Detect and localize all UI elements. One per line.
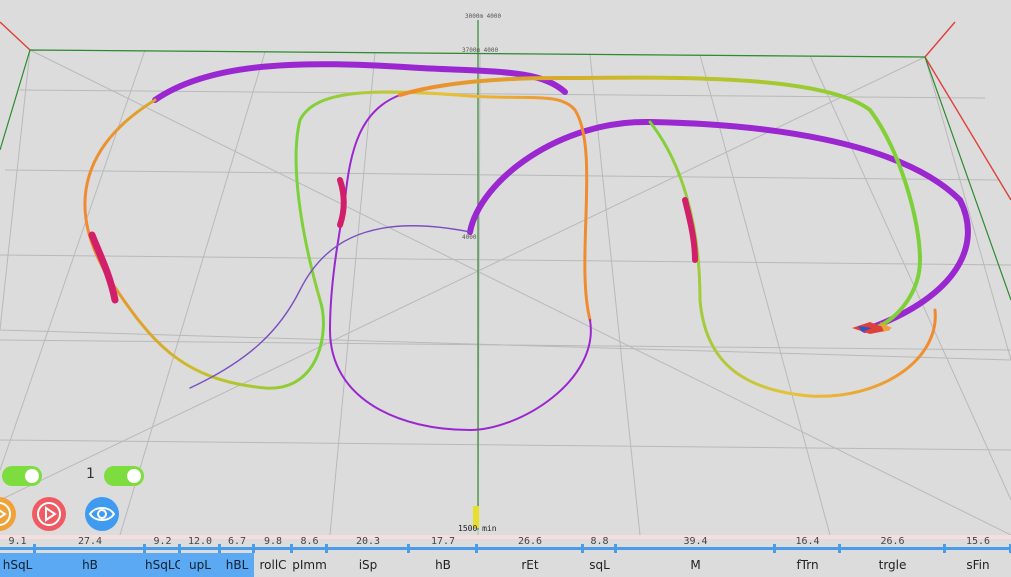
toggle-knob [127,469,141,483]
timeline-segment[interactable]: 8.6 pImm [292,535,328,577]
play-icon [0,502,11,526]
segment-name: hB [435,558,451,572]
segment-name: rollC [259,558,287,572]
play-icon [37,502,61,526]
scene-label-origin: 1500 min [458,524,497,533]
orange-play-button[interactable] [0,497,16,531]
segment-duration: 16.4 [795,536,820,547]
segment-duration: 15.6 [965,536,991,547]
scene-label-center: 4000 [462,234,477,241]
segment-name: hSqL [0,553,35,577]
timeline-segment[interactable]: 20.3 iSp [327,535,410,577]
toggle-switch-left[interactable] [2,466,42,486]
timeline-segment[interactable]: 27.4 hB [35,535,146,577]
segment-duration: 12.0 [187,536,213,547]
segment-name: iSp [358,558,378,572]
floor-grid [0,49,1011,535]
segment-duration: 8.6 [300,536,319,547]
toggle-knob [25,469,39,483]
timeline-segment[interactable]: 16.4 fTrn [775,535,841,577]
timeline-segment[interactable]: 9.1 hSqL [0,535,36,577]
play-button[interactable] [32,497,66,531]
flight-path [83,61,971,432]
segment-name: hB [35,553,145,577]
segment-duration: 9.8 [263,536,283,547]
scene-label-far: 3700m 4000 [462,47,499,54]
view-toggle-button[interactable] [85,497,119,531]
timeline-segment[interactable]: 26.6 trgle [840,535,946,577]
flight-3d-view[interactable]: 3000m 4000 3700m 4000 4000 1500 min [0,0,1011,535]
segment-name: sFin [966,558,990,572]
segment-duration: 17.7 [430,536,456,547]
segment-name: upL [180,553,220,577]
timeline-segment[interactable]: 9.8 rollC [254,535,293,577]
segment-name: trgle [878,558,907,572]
toggle-switch-right[interactable] [104,466,144,486]
scene-label-top: 3000m 4000 [465,13,502,20]
segment-name: sqL [589,558,610,572]
segment-duration: 26.6 [517,536,543,547]
segment-duration: 6.7 [227,536,247,547]
toggle-count-label: 1 [86,466,95,482]
timeline-segment[interactable]: 26.6 rEt [477,535,584,577]
maneuver-timeline[interactable]: 9.1 hSqL 27.4 hB 9.2 hSqLC 12.0 upL 6.7 hBL 9.8 rol… [0,535,1011,577]
timeline-segment[interactable]: 9.2 hSqLC [145,535,183,577]
segment-duration: 9.2 [153,536,172,547]
timeline-segment[interactable]: 17.7 hB [409,535,478,577]
timeline-segment[interactable]: 15.6 sFin [945,535,1011,577]
timeline-segment[interactable]: 6.7 hBL [220,535,255,577]
segment-name: hBL [220,553,254,577]
segment-duration: 8.8 [590,536,609,547]
timeline-segment[interactable]: 39.4 M [616,535,776,577]
segment-name: M [690,558,701,572]
eye-icon [88,507,116,521]
segment-name: hSqLC [145,553,183,577]
segment-duration: 26.6 [880,536,905,547]
segment-name: pImm [292,558,327,572]
timeline-segment[interactable]: 12.0 upL [180,535,221,577]
segment-duration: 20.3 [355,536,381,547]
segment-name: rEt [521,558,539,572]
segment-duration: 9.1 [8,536,27,547]
segment-duration: 27.4 [77,536,103,547]
segment-name: fTrn [796,558,819,572]
segment-duration: 39.4 [683,536,708,547]
timeline-segment[interactable]: 8.8 sqL [583,535,617,577]
